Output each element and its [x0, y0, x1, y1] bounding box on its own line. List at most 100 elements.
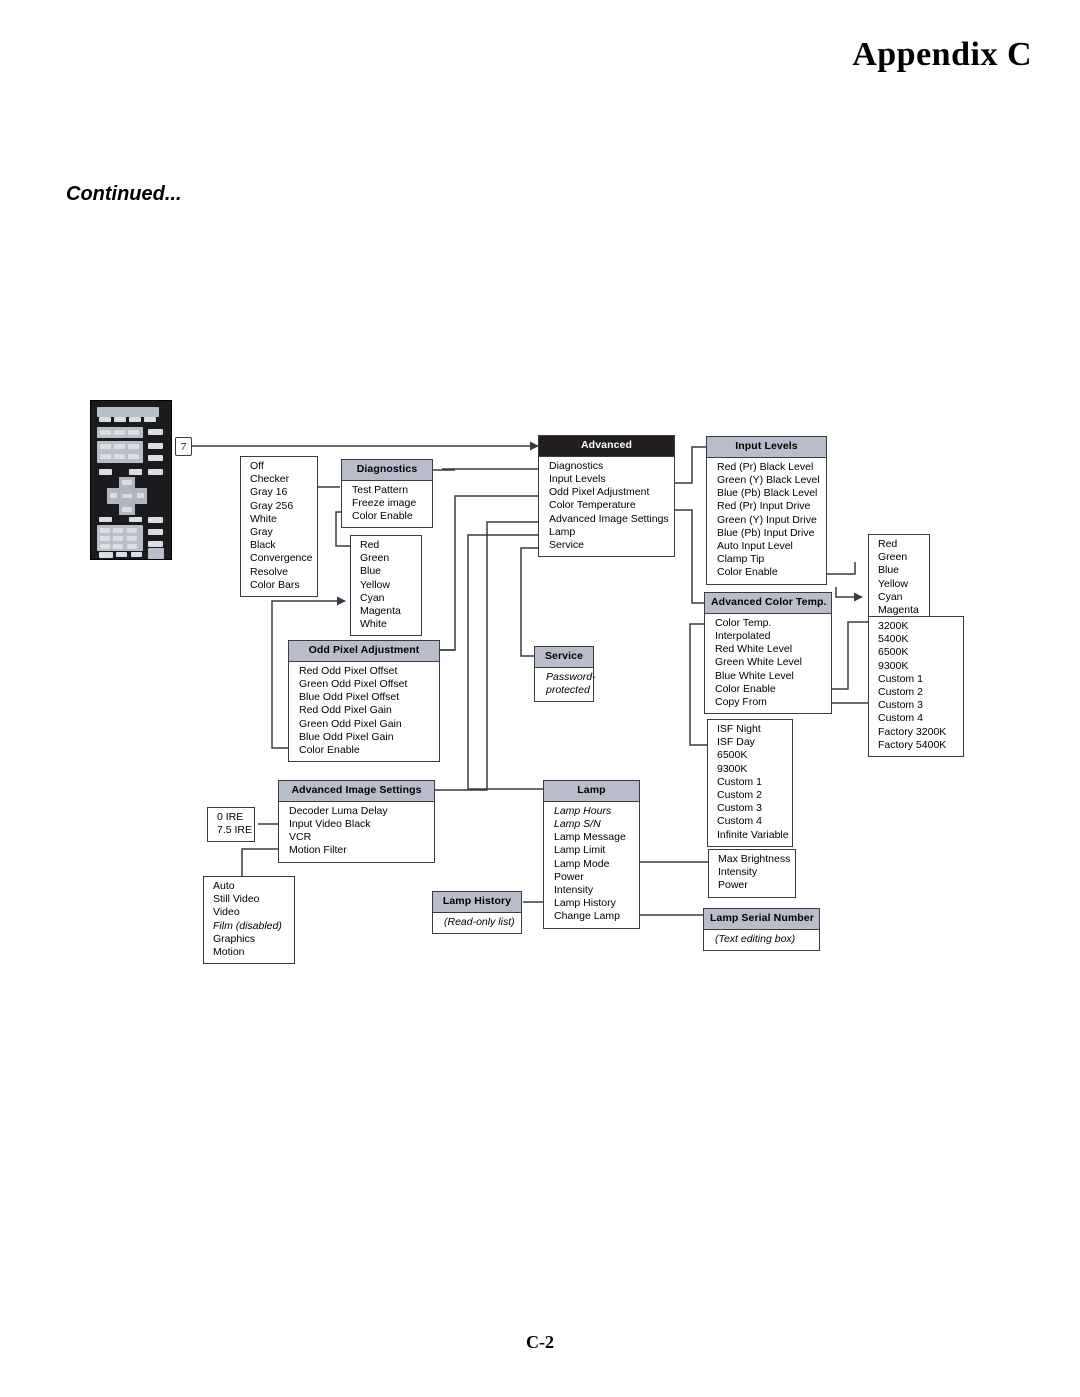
list-item[interactable]: Red: [878, 538, 923, 551]
menu-item-color-temperature[interactable]: Color Temperature: [549, 499, 668, 512]
list-item[interactable]: Factory 3200K: [878, 726, 957, 739]
menu-item-color-enable[interactable]: Color Enable: [299, 744, 433, 757]
list-item[interactable]: Cyan: [878, 591, 923, 604]
menu-item[interactable]: Red (Pr) Black Level: [717, 461, 820, 474]
menu-item[interactable]: Clamp Tip: [717, 553, 820, 566]
list-item[interactable]: 9300K: [717, 763, 786, 776]
menu-item[interactable]: Red (Pr) Input Drive: [717, 500, 820, 513]
list-item[interactable]: Checker: [250, 473, 311, 486]
list-item[interactable]: Blue: [360, 565, 415, 578]
menu-item[interactable]: Decoder Luma Delay: [289, 805, 428, 818]
menu-item[interactable]: Red Odd Pixel Gain: [299, 704, 433, 717]
menu-item-intensity[interactable]: Intensity: [554, 884, 633, 897]
menu-item-color-enable[interactable]: Color Enable: [715, 683, 825, 696]
menu-item-color-temp[interactable]: Color Temp.: [715, 617, 825, 630]
copy-from-options-list: 3200K 5400K 6500K 9300K Custom 1 Custom …: [869, 617, 963, 756]
list-item[interactable]: Custom 2: [878, 686, 957, 699]
menu-item-motion-filter[interactable]: Motion Filter: [289, 844, 428, 857]
list-item[interactable]: 7.5 IRE: [217, 824, 252, 837]
list-item[interactable]: Convergence: [250, 552, 312, 565]
menu-item-vcr[interactable]: VCR: [289, 831, 428, 844]
menu-item[interactable]: Blue Odd Pixel Gain: [299, 731, 433, 744]
menu-item-lamp-message[interactable]: Lamp Message: [554, 831, 633, 844]
list-item[interactable]: Motion: [213, 946, 288, 959]
menu-item[interactable]: Blue (Pb) Input Drive: [717, 527, 820, 540]
menu-item[interactable]: Green White Level: [715, 656, 825, 669]
menu-item[interactable]: Blue White Level: [715, 670, 825, 683]
menu-item-input-video-black[interactable]: Input Video Black: [289, 818, 428, 831]
menu-item-service[interactable]: Service: [549, 539, 668, 552]
list-item[interactable]: 9300K: [878, 660, 957, 673]
list-item[interactable]: Gray: [250, 526, 311, 539]
menu-item-test-pattern[interactable]: Test Pattern: [352, 484, 426, 497]
list-item[interactable]: ISF Night: [717, 723, 786, 736]
list-item[interactable]: Yellow: [878, 578, 923, 591]
list-item[interactable]: Red: [360, 539, 415, 552]
list-item[interactable]: Intensity: [718, 866, 789, 879]
list-item[interactable]: Black: [250, 539, 311, 552]
menu-item[interactable]: Interpolated: [715, 630, 825, 643]
manual-page: Appendix C Continued... C-2 7 Off Checke…: [0, 0, 1080, 1397]
list-item[interactable]: 6500K: [878, 646, 957, 659]
list-item[interactable]: Blue: [878, 564, 923, 577]
menu-item[interactable]: Green Odd Pixel Gain: [299, 718, 433, 731]
list-item[interactable]: Auto: [213, 880, 288, 893]
menu-item[interactable]: Green Odd Pixel Offset: [299, 678, 433, 691]
list-item[interactable]: 3200K: [878, 620, 957, 633]
menu-item[interactable]: Red White Level: [715, 643, 825, 656]
list-item[interactable]: Green: [360, 552, 415, 565]
list-item[interactable]: Graphics: [213, 933, 288, 946]
list-item[interactable]: Color Bars: [250, 579, 311, 592]
menu-item-color-enable[interactable]: Color Enable: [352, 510, 426, 523]
menu-item-lamp[interactable]: Lamp: [549, 526, 668, 539]
list-item[interactable]: 0 IRE: [217, 811, 248, 824]
list-item[interactable]: Factory 5400K: [878, 739, 957, 752]
list-item[interactable]: Cyan: [360, 592, 415, 605]
menu-item-copy-from[interactable]: Copy From: [715, 696, 825, 709]
list-item[interactable]: Custom 4: [878, 712, 957, 725]
list-item[interactable]: Max Brightness: [718, 853, 790, 866]
list-item[interactable]: Custom 1: [878, 673, 957, 686]
list-item[interactable]: Power: [718, 879, 789, 892]
list-item[interactable]: Custom 1: [717, 776, 786, 789]
list-item[interactable]: Green: [878, 551, 923, 564]
list-item[interactable]: 5400K: [878, 633, 957, 646]
menu-item[interactable]: Red Odd Pixel Offset: [299, 665, 433, 678]
menu-item-change-lamp[interactable]: Change Lamp: [554, 910, 633, 923]
list-item[interactable]: Custom 3: [878, 699, 957, 712]
list-item[interactable]: Infinite Variable: [717, 829, 789, 842]
menu-item-lamp-mode[interactable]: Lamp Mode: [554, 858, 633, 871]
list-item[interactable]: ISF Day: [717, 736, 786, 749]
menu-item-advanced-image-settings[interactable]: Advanced Image Settings: [549, 513, 669, 526]
list-item[interactable]: Resolve: [250, 566, 311, 579]
list-item[interactable]: 6500K: [717, 749, 786, 762]
list-item[interactable]: Video: [213, 906, 288, 919]
menu-item[interactable]: Blue Odd Pixel Offset: [299, 691, 433, 704]
list-item[interactable]: White: [250, 513, 311, 526]
menu-item-color-enable[interactable]: Color Enable: [717, 566, 820, 579]
menu-item[interactable]: Green (Y) Black Level: [717, 474, 820, 487]
box-color-temp-options: ISF Night ISF Day 6500K 9300K Custom 1 C…: [707, 719, 793, 847]
menu-item-diagnostics[interactable]: Diagnostics: [549, 460, 668, 473]
menu-item-odd-pixel-adjustment[interactable]: Odd Pixel Adjustment: [549, 486, 668, 499]
menu-item-input-levels[interactable]: Input Levels: [549, 473, 668, 486]
list-item[interactable]: Custom 2: [717, 789, 786, 802]
menu-item[interactable]: Blue (Pb) Black Level: [717, 487, 820, 500]
list-item[interactable]: White: [360, 618, 415, 631]
service-note: Password- protected: [535, 668, 596, 701]
list-item[interactable]: Gray 16: [250, 486, 311, 499]
menu-item[interactable]: Green (Y) Input Drive: [717, 514, 820, 527]
list-item[interactable]: Custom 4: [717, 815, 786, 828]
list-item[interactable]: Gray 256: [250, 500, 311, 513]
menu-item-lamp-limit[interactable]: Lamp Limit: [554, 844, 633, 857]
list-item[interactable]: Still Video: [213, 893, 288, 906]
ire-options-list: 0 IRE 7.5 IRE: [208, 808, 254, 841]
menu-item-lamp-history[interactable]: Lamp History: [554, 897, 633, 910]
menu-item-freeze-image[interactable]: Freeze image: [352, 497, 426, 510]
list-item[interactable]: Magenta: [360, 605, 415, 618]
menu-item[interactable]: Auto Input Level: [717, 540, 820, 553]
menu-item-power[interactable]: Power: [554, 871, 633, 884]
list-item[interactable]: Yellow: [360, 579, 415, 592]
list-item[interactable]: Custom 3: [717, 802, 786, 815]
list-item[interactable]: Off: [250, 460, 311, 473]
